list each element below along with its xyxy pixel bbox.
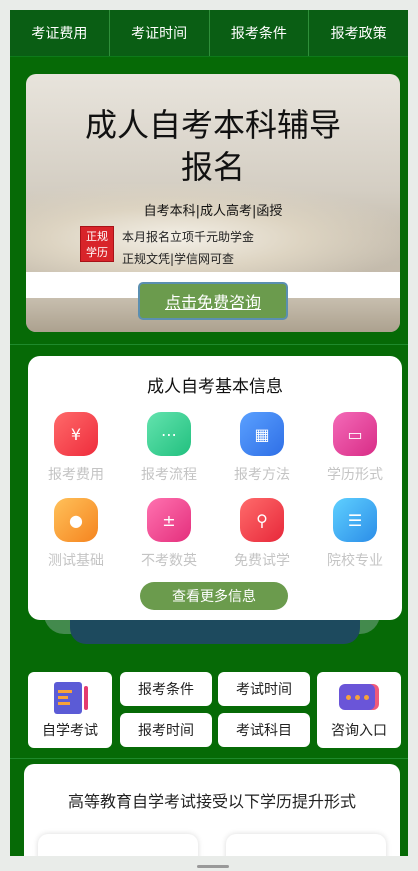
- info-item-label: 不考数英: [141, 553, 197, 569]
- certified-degree-seal: 正规学历: [80, 226, 114, 262]
- home-indicator[interactable]: [197, 865, 229, 868]
- upgrade-forms-heading: 高等教育自学考试接受以下学历提升形式: [67, 792, 356, 811]
- info-item-label: 报考费用: [48, 467, 104, 483]
- calculator-icon: ±: [147, 498, 191, 542]
- tab-exam-fee[interactable]: 考证费用: [10, 10, 110, 56]
- requirements-button[interactable]: 报考条件: [120, 672, 212, 706]
- medal-icon: ●: [54, 498, 98, 542]
- exam-time-button[interactable]: 考试时间: [218, 672, 310, 706]
- basic-info-card: 成人自考基本信息 ¥ 报考费用 ⋯ 报考流程 ▦ 报考方法 ▭ 学历形式 ● 测…: [28, 356, 402, 620]
- info-item-label: 报考方法: [234, 467, 290, 483]
- list-icon: ☰: [333, 498, 377, 542]
- self-study-exam-button[interactable]: 自学考试: [28, 672, 112, 748]
- banner-point-2: 正规文凭|学信网可查: [122, 252, 235, 266]
- self-study-exam-label: 自学考试: [42, 723, 98, 739]
- info-item-basics-test[interactable]: ● 测试基础: [29, 498, 123, 570]
- info-heading: 成人自考基本信息: [147, 377, 283, 397]
- tab-requirements[interactable]: 报考条件: [210, 10, 310, 56]
- chat-icon: [339, 684, 375, 710]
- divider: [10, 344, 408, 345]
- flow-icon: ⋯: [147, 412, 191, 456]
- tab-policy[interactable]: 报考政策: [309, 10, 408, 56]
- view-more-button[interactable]: 查看更多信息: [140, 582, 288, 610]
- home-indicator-bar: [0, 856, 418, 871]
- free-consult-button[interactable]: 点击免费咨询: [138, 282, 288, 320]
- consult-entry-button[interactable]: 咨询入口: [317, 672, 401, 748]
- hero-banner: 成人自考本科辅导报名 自考本科|成人高考|函授 正规学历 本月报名立项千元助学金…: [26, 74, 400, 332]
- info-item-fee[interactable]: ¥ 报考费用: [29, 412, 123, 484]
- exam-subjects-button[interactable]: 考试科目: [218, 713, 310, 747]
- ticket-icon: ¥: [54, 412, 98, 456]
- registration-time-button[interactable]: 报考时间: [120, 713, 212, 747]
- info-item-label: 学历形式: [327, 467, 383, 483]
- info-item-free-trial[interactable]: ⚲ 免费试学: [215, 498, 309, 570]
- certificate-icon: ▭: [333, 412, 377, 456]
- top-nav: 考证费用 考证时间 报考条件 报考政策: [10, 10, 408, 57]
- info-item-schools-majors[interactable]: ☰ 院校专业: [308, 498, 402, 570]
- tab-exam-time[interactable]: 考证时间: [110, 10, 210, 56]
- consult-entry-label: 咨询入口: [331, 723, 387, 739]
- grid-icon: ▦: [240, 412, 284, 456]
- info-item-label: 报考流程: [141, 467, 197, 483]
- info-item-process[interactable]: ⋯ 报考流程: [122, 412, 216, 484]
- info-item-label: 免费试学: [234, 553, 290, 569]
- banner-title: 成人自考本科辅导报名: [84, 106, 341, 186]
- upgrade-forms-card: 高等教育自学考试接受以下学历提升形式: [24, 764, 400, 871]
- info-item-label: 院校专业: [327, 553, 383, 569]
- info-item-degree-form[interactable]: ▭ 学历形式: [308, 412, 402, 484]
- search-icon: ⚲: [240, 498, 284, 542]
- banner-subtitle: 自考本科|成人高考|函授: [143, 204, 283, 219]
- info-item-method[interactable]: ▦ 报考方法: [215, 412, 309, 484]
- page: 考证费用 考证时间 报考条件 报考政策 成人自考本科辅导报名 自考本科|成人高考…: [0, 0, 418, 871]
- notebook-icon: [54, 682, 88, 714]
- info-item-no-math-english[interactable]: ± 不考数英: [122, 498, 216, 570]
- banner-point-1: 本月报名立项千元助学金: [122, 230, 255, 244]
- info-item-label: 测试基础: [48, 553, 104, 569]
- divider: [10, 758, 408, 759]
